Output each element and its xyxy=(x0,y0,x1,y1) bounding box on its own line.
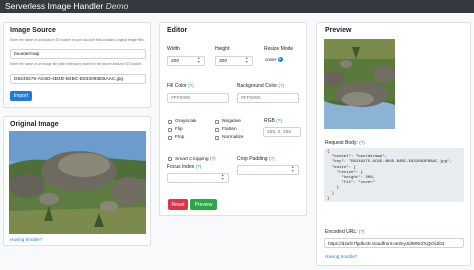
preview-image xyxy=(324,39,395,129)
grayscale-label: Grayscale xyxy=(175,119,197,124)
focus-index-label-text: Focus Index xyxy=(167,164,195,170)
preview-card: Preview Request Body: (?) { "bucket": "b… xyxy=(316,22,471,266)
height-label: Height xyxy=(215,46,230,52)
rgb-help-link[interactable]: (?) xyxy=(276,118,282,123)
rgb-label-text: RGB xyxy=(264,118,275,124)
crop-padding-stepper-icon[interactable]: ▲ ▼ xyxy=(291,165,294,173)
normalize-label: Normalize xyxy=(222,135,244,140)
width-label: Width xyxy=(167,46,180,52)
import-button[interactable]: Import xyxy=(10,91,32,101)
editor-card: Editor Width ▲▼ Height ▲▼ Resize Mode co… xyxy=(159,22,307,216)
crop-padding-label: Crop Padding (?) xyxy=(237,156,275,162)
smart-cropping-help-link[interactable]: (?) xyxy=(210,156,216,161)
original-image-card: Original Image Having trouble? xyxy=(3,116,151,246)
resize-mode-select[interactable]: cover ⬍ xyxy=(265,57,283,63)
request-body-code: { "bucket": "bouldermap", "key": "D62492… xyxy=(324,148,464,202)
background-color-input[interactable] xyxy=(237,93,299,103)
height-stepper-icon[interactable]: ▲ ▼ xyxy=(245,56,248,64)
app-title: Serverless Image Handler Demo xyxy=(5,1,128,11)
editor-heading: Editor xyxy=(167,27,188,34)
flatten-label: Flatten xyxy=(222,127,237,132)
crop-padding-input[interactable] xyxy=(237,165,299,175)
preview-heading: Preview xyxy=(325,27,352,34)
background-color-help-link[interactable]: (?) xyxy=(278,83,284,88)
flip-checkbox[interactable] xyxy=(168,128,172,132)
grayscale-checkbox[interactable] xyxy=(168,120,172,124)
encoded-url-input[interactable] xyxy=(324,238,464,248)
app-title-text: Serverless Image Handler xyxy=(5,1,104,11)
request-body-label-text: Request Body: xyxy=(325,140,358,146)
negative-checkbox[interactable] xyxy=(215,120,219,124)
focus-index-label: Focus Index (?) xyxy=(167,164,201,170)
encoded-url-label: Encoded URL: (?) xyxy=(325,229,365,235)
original-trouble-link[interactable]: Having trouble? xyxy=(10,237,42,242)
negative-label: Negative xyxy=(222,119,241,124)
focus-index-input[interactable] xyxy=(167,173,229,183)
original-image-heading: Original Image xyxy=(10,121,59,128)
focus-index-help-link[interactable]: (?) xyxy=(196,164,202,169)
image-source-card: Image Source Enter the name of an Amazon… xyxy=(3,22,151,108)
smart-cropping-label-text: Smart Cropping xyxy=(175,157,209,162)
key-input[interactable] xyxy=(10,74,146,84)
app-subtitle: Demo xyxy=(105,1,129,11)
encoded-url-help-link[interactable]: (?) xyxy=(359,229,365,234)
crop-padding-help-link[interactable]: (?) xyxy=(269,156,275,161)
resize-mode-info-icon[interactable]: ⬍ xyxy=(277,57,283,63)
smart-cropping-label: Smart Cropping (?) xyxy=(175,156,216,162)
resize-mode-label: Resize Mode xyxy=(264,46,294,52)
fill-color-label-text: Fill Color xyxy=(167,83,187,89)
bucket-help-text: Enter the name of an Amazon S3 bucket in… xyxy=(10,38,145,42)
rgb-label: RGB (?) xyxy=(264,118,282,124)
encoded-url-label-text: Encoded URL: xyxy=(325,229,358,235)
flip-label: Flip xyxy=(175,127,183,132)
navbar: Serverless Image Handler Demo xyxy=(0,0,474,13)
fill-color-input[interactable] xyxy=(167,93,229,103)
focus-index-stepper-icon[interactable]: ▲ ▼ xyxy=(221,173,224,181)
fill-color-help-link[interactable]: (?) xyxy=(188,83,194,88)
reset-button[interactable]: Reset xyxy=(168,199,188,210)
rgb-input[interactable] xyxy=(263,127,301,137)
image-source-heading: Image Source xyxy=(10,27,56,34)
request-body-help-link[interactable]: (?) xyxy=(359,140,365,145)
preview-button[interactable]: Preview xyxy=(190,199,217,210)
fill-color-label: Fill Color (?) xyxy=(167,83,194,89)
flop-label: Flop xyxy=(175,135,185,140)
flop-checkbox[interactable] xyxy=(168,136,172,140)
bucket-input[interactable] xyxy=(10,49,146,59)
crop-padding-label-text: Crop Padding xyxy=(237,156,268,162)
smart-cropping-checkbox[interactable] xyxy=(168,157,172,161)
key-help-text: Enter the name of an image file (with ex… xyxy=(10,62,142,66)
background-color-label-text: Background Color xyxy=(237,83,278,89)
normalize-checkbox[interactable] xyxy=(215,136,219,140)
original-image xyxy=(9,131,146,234)
preview-trouble-link[interactable]: Having trouble? xyxy=(325,254,357,259)
width-stepper-icon[interactable]: ▲ ▼ xyxy=(197,56,200,64)
request-body-label: Request Body: (?) xyxy=(325,140,365,146)
resize-mode-value: cover xyxy=(265,57,277,62)
background-color-label: Background Color (?) xyxy=(237,83,284,89)
flatten-checkbox[interactable] xyxy=(215,128,219,132)
